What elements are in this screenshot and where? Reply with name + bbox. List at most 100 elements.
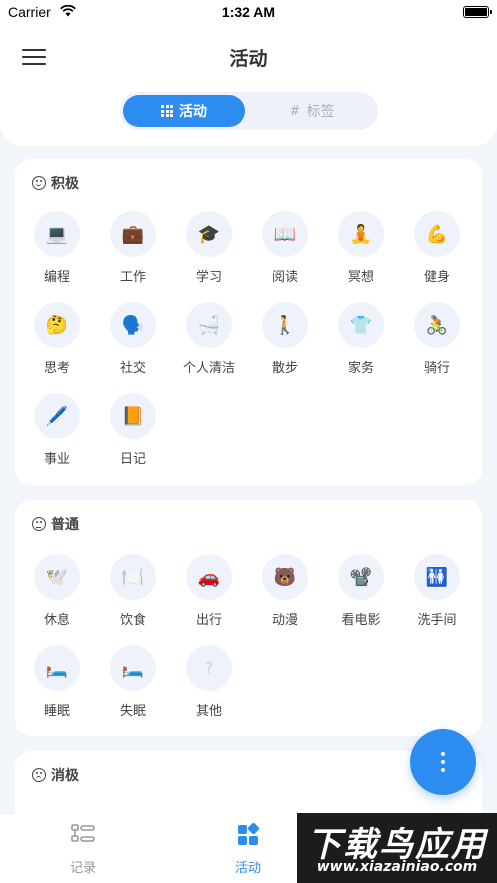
activity-item[interactable]: 💪 健身 — [402, 211, 472, 285]
activity-icon: 💪 — [414, 211, 460, 257]
activity-label: 工作 — [119, 270, 146, 285]
activity-item[interactable]: 📙 日记 — [98, 393, 168, 467]
tab-activity-label: 活动 — [179, 104, 207, 120]
activity-icon: 🛏️ — [34, 645, 80, 691]
neutral-face-icon — [32, 517, 46, 531]
activity-label: 失眠 — [119, 704, 146, 719]
activity-label: 编程 — [43, 270, 70, 285]
activity-item[interactable]: 💻 编程 — [22, 211, 92, 285]
activity-item[interactable]: 💼 工作 — [98, 211, 168, 285]
activity-item[interactable]: 👕 家务 — [326, 302, 396, 376]
activity-label: 骑行 — [423, 361, 450, 376]
activity-icon: 🚴 — [414, 302, 460, 348]
section-title: 积极 — [51, 176, 79, 192]
battery-icon — [463, 6, 492, 18]
activity-label: 冥想 — [347, 270, 374, 285]
tab-records-label: 记录 — [69, 861, 96, 876]
section-title: 消极 — [51, 768, 79, 784]
section-title: 普通 — [51, 517, 79, 533]
tab-tags-label: 标签 — [306, 104, 335, 120]
activity-label: 学习 — [195, 270, 222, 285]
activity-item[interactable]: 🕊️ 休息 — [22, 554, 92, 628]
activity-item[interactable]: 🎓 学习 — [174, 211, 244, 285]
page-title: 活动 — [229, 48, 268, 70]
activity-item[interactable]: ? 其他 — [174, 645, 244, 719]
activity-label: 休息 — [43, 613, 70, 628]
activity-item[interactable]: 🚻 洗手间 — [402, 554, 472, 628]
activity-icon: 💼 — [110, 211, 156, 257]
sad-face-icon — [32, 768, 46, 782]
activity-icon: 🚻 — [414, 554, 460, 600]
activity-item[interactable]: 🛁 个人清洁 — [174, 302, 244, 376]
activity-label: 个人清洁 — [182, 361, 235, 376]
activity-item[interactable]: 🍽️ 饮食 — [98, 554, 168, 628]
activity-icon: 🗣️ — [110, 302, 156, 348]
activity-icon: 📽️ — [338, 554, 384, 600]
activity-label: 健身 — [423, 270, 450, 285]
tab-tags[interactable]: # 标签 — [251, 95, 373, 127]
smile-icon — [32, 176, 46, 190]
activity-icon: 👕 — [338, 302, 384, 348]
activity-label: 出行 — [195, 613, 222, 628]
tab-activity-nav[interactable]: 活动 — [198, 822, 298, 876]
clock: 1:32 AM — [221, 4, 276, 20]
activity-icon: 🧘 — [338, 211, 384, 257]
activity-label: 睡眠 — [43, 704, 70, 719]
activity-icon: 🕊️ — [34, 554, 80, 600]
activity-item[interactable]: 🛏️ 失眠 — [98, 645, 168, 719]
activity-icon: 💻 — [34, 211, 80, 257]
activity-item[interactable]: 🐻 动漫 — [250, 554, 320, 628]
activity-icon: 🛁 — [186, 302, 232, 348]
section-neutral: 普通 🕊️ 休息 🍽️ 饮食 🚗 出行 🐻 动漫 📽️ 看电影 🚻 洗手间 🛏️ 睡眠 🛏️ 失眠? 其他 — [15, 500, 482, 736]
activity-icon: ? — [186, 645, 232, 691]
grid-icon — [161, 105, 173, 117]
activity-item[interactable]: 🚶 散步 — [250, 302, 320, 376]
watermark-logo: 下载鸟应用 www.xiazainiao.com — [297, 813, 497, 883]
activity-label: 饮食 — [119, 613, 146, 628]
activity-label: 其他 — [195, 704, 222, 719]
tab-activity-nav-label: 活动 — [234, 861, 261, 876]
records-icon — [71, 824, 95, 842]
activity-label: 家务 — [347, 361, 374, 376]
activity-label: 动漫 — [271, 613, 298, 628]
activity-icon: 🎓 — [186, 211, 232, 257]
activity-icon: 🚶 — [262, 302, 308, 348]
activity-item[interactable]: 📽️ 看电影 — [326, 554, 396, 628]
more-actions-button[interactable] — [410, 729, 476, 795]
section-positive: 积极 💻 编程 💼 工作 🎓 学习 📖 阅读 🧘 冥想 💪 健身 🤔 思考 🗣️ 社交 🛁 个人清洁 🚶 散步 👕 家务 🚴… — [15, 159, 482, 485]
activity-item[interactable]: 🚗 出行 — [174, 554, 244, 628]
activity-label: 散步 — [271, 361, 298, 376]
section-header: 消极 — [32, 765, 79, 785]
tab-records[interactable]: 记录 — [33, 823, 133, 876]
activity-icon: 🍽️ — [110, 554, 156, 600]
activity-label: 社交 — [119, 361, 146, 376]
activity-icon: 🐻 — [262, 554, 308, 600]
section-header: 积极 — [32, 173, 79, 193]
activity-item[interactable]: 🗣️ 社交 — [98, 302, 168, 376]
activity-icon: 📖 — [262, 211, 308, 257]
activity-item[interactable]: 🛏️ 睡眠 — [22, 645, 92, 719]
status-bar: Carrier 1:32 AM — [0, 0, 497, 26]
activity-grid-icon — [238, 822, 260, 845]
activity-item[interactable]: 🤔 思考 — [22, 302, 92, 376]
activity-item[interactable]: 🚴 骑行 — [402, 302, 472, 376]
activity-label: 日记 — [119, 452, 146, 467]
tab-activity[interactable]: 活动 — [123, 95, 245, 127]
activity-item[interactable]: 🖊️ 事业 — [22, 393, 92, 467]
activity-item[interactable]: 📖 阅读 — [250, 211, 320, 285]
section-header: 普通 — [32, 514, 79, 534]
activity-icon: 🤔 — [34, 302, 80, 348]
segmented-control: 活动 # 标签 — [120, 92, 378, 130]
watermark-url: www.xiazainiao.com — [316, 859, 478, 875]
activity-label: 思考 — [43, 361, 70, 376]
activity-label: 阅读 — [271, 270, 298, 285]
header: 活动 活动 # 标签 — [0, 26, 497, 146]
activity-icon: 📙 — [110, 393, 156, 439]
activity-label: 看电影 — [341, 613, 381, 628]
hash-icon: # — [289, 103, 301, 119]
activity-item[interactable]: 🧘 冥想 — [326, 211, 396, 285]
activity-icon: 🚗 — [186, 554, 232, 600]
activity-label: 洗手间 — [417, 613, 457, 628]
activity-icon: 🛏️ — [110, 645, 156, 691]
activity-label: 事业 — [43, 452, 70, 467]
